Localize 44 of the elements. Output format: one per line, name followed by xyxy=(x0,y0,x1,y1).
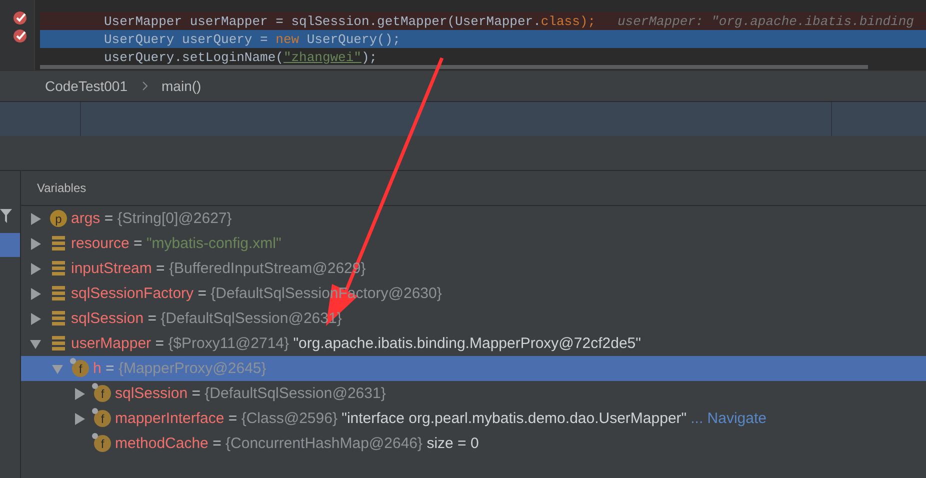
variable-row[interactable]: resource = "mybatis-config.xml" xyxy=(21,231,926,256)
variable-text: userMapper = {$Proxy11@2714} "org.apache.ibatis.binding.MapperProxy@72cf2de5" xyxy=(71,335,641,352)
expand-arrow-icon[interactable] xyxy=(30,288,40,300)
field-icon: f xyxy=(94,385,111,402)
field-icon: f xyxy=(72,360,89,377)
panel-title: Variables xyxy=(37,181,86,195)
expand-arrow-icon[interactable] xyxy=(30,262,40,274)
expand-arrow-icon[interactable] xyxy=(30,238,40,250)
field-icon: f xyxy=(94,410,111,427)
variable-icon xyxy=(50,335,67,352)
navigate-link[interactable]: ... Navigate xyxy=(690,410,766,427)
variable-text: h = {MapperProxy@2645} xyxy=(93,360,266,377)
variable-row[interactable]: p args = {String[0]@2627} xyxy=(21,206,926,231)
expand-arrow-icon[interactable] xyxy=(74,412,84,424)
variable-text: args = {String[0]@2627} xyxy=(71,210,232,227)
breakpoint-icon[interactable] xyxy=(13,29,27,43)
variable-row[interactable]: f sqlSession = {DefaultSqlSession@2631} xyxy=(21,381,926,406)
horizontal-scrollbar[interactable] xyxy=(40,65,868,69)
expand-arrow-icon[interactable] xyxy=(30,312,40,324)
collapse-arrow-icon[interactable] xyxy=(30,338,40,350)
variable-row[interactable]: f mapperInterface = {Class@2596} "interface org.pearl.mybatis.demo.dao.UserMapper" ... Navigate xyxy=(21,406,926,431)
variable-icon xyxy=(50,285,67,302)
variable-row[interactable]: f h = {MapperProxy@2645} xyxy=(21,356,926,381)
variable-text: methodCache = {ConcurrentHashMap@2646} size = 0 xyxy=(115,435,479,452)
breakpoint-icon[interactable] xyxy=(13,11,27,25)
breadcrumb-item[interactable]: main() xyxy=(162,78,202,94)
parameter-icon: p xyxy=(50,210,67,227)
variable-text: resource = "mybatis-config.xml" xyxy=(71,235,282,252)
variable-icon xyxy=(50,310,67,327)
expand-arrow-icon[interactable] xyxy=(30,212,40,224)
variable-text: sqlSession = {DefaultSqlSession@2631} xyxy=(115,385,386,402)
filter-icon[interactable] xyxy=(0,209,12,223)
breadcrumb-item[interactable]: CodeTest001 xyxy=(45,78,128,94)
selected-frame-marker xyxy=(0,233,20,257)
variable-row[interactable]: userMapper = {$Proxy11@2714} "org.apache.ibatis.binding.MapperProxy@72cf2de5" xyxy=(21,331,926,356)
expand-arrow-icon[interactable] xyxy=(74,388,84,400)
variable-icon xyxy=(50,260,67,277)
variable-icon xyxy=(50,235,67,252)
variable-row[interactable]: f methodCache = {ConcurrentHashMap@2646} size = 0 xyxy=(21,431,926,456)
variable-text: mapperInterface = {Class@2596} "interface org.pearl.mybatis.demo.dao.UserMapper" xyxy=(115,410,687,427)
chevron-icon xyxy=(142,81,148,91)
code-line: userQuery.setLoginName("zhangwei"); xyxy=(103,48,378,66)
field-icon: f xyxy=(94,435,111,452)
code-editor[interactable]: UserMapper userMapper = sqlSession.getMapper(UserMapper.class); userMapper: "org.apache.ibatis.binding UserQuery userQuery = new UserQuery(); userQuery.setLoginName("zhangwei"); xyxy=(0,0,926,70)
